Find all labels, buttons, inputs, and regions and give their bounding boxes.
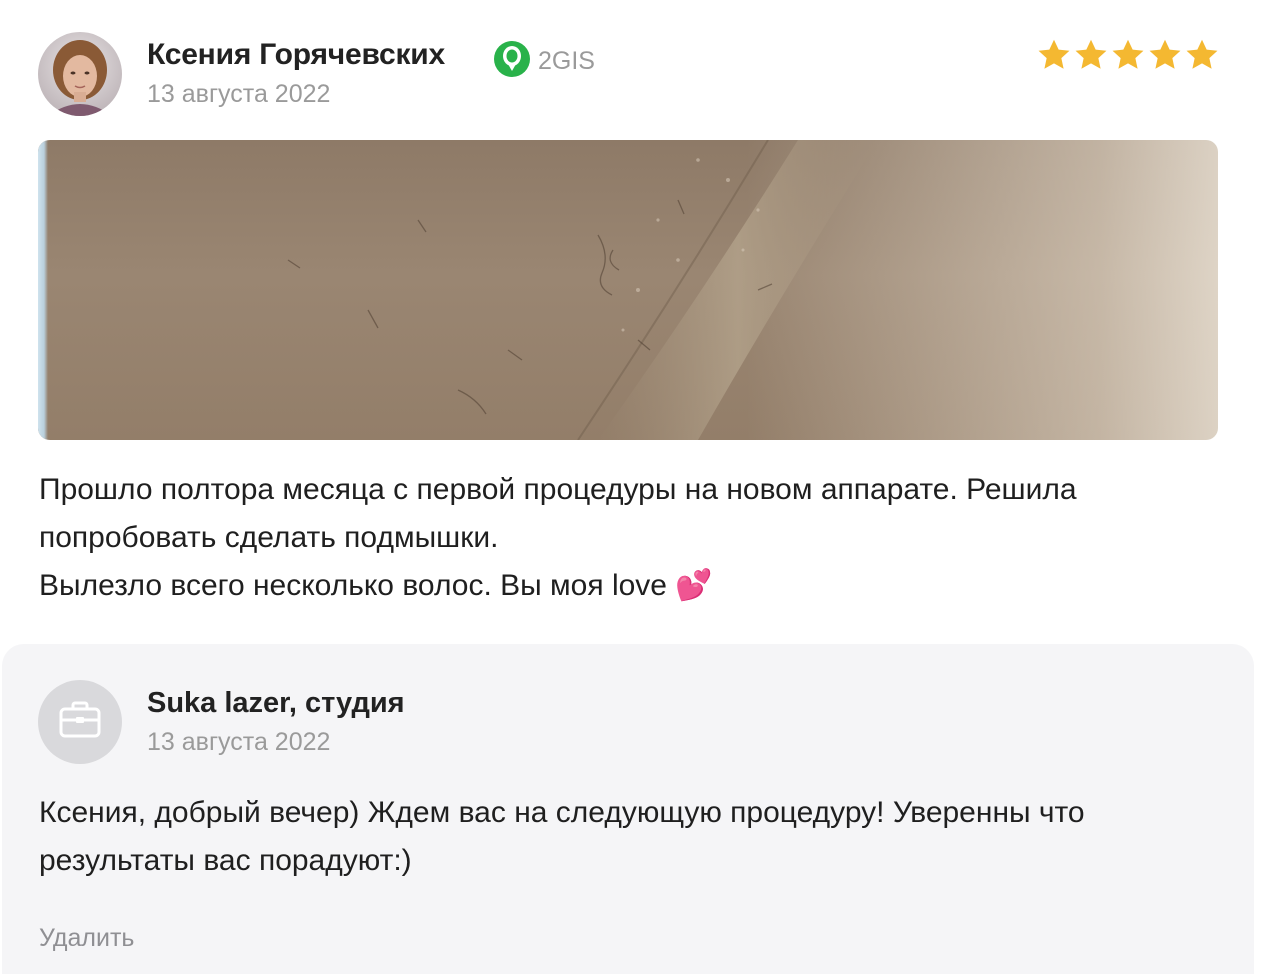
author-name[interactable]: Ксения Горячевских [147,38,445,72]
rating-stars [1036,37,1220,73]
review-text: Прошло полтора месяца с первой процедуры… [39,466,1239,610]
star-icon [1112,39,1144,69]
owner-reply: Suka lazer, студия 13 августа 2022 Ксени… [2,644,1254,974]
reply-text-line: результаты вас порадуют:) [39,844,412,877]
delete-reply-link[interactable]: Удалить [39,924,134,953]
review-source: 2GIS [493,40,595,83]
review-text-line: Вылезло всего несколько волос. Вы моя lo… [39,569,713,602]
reply-text-line: Ксения, добрый вечер) Ждем вас на следую… [39,796,1085,829]
photo-edge [38,140,48,440]
star-icon [1149,39,1181,69]
author-avatar[interactable] [38,32,122,116]
review-text-line: попробовать сделать подмышки. [39,521,499,554]
2gis-logo-icon [493,40,531,83]
reply-avatar [38,680,122,764]
review-card: Ксения Горячевских 2GIS 13 августа 2022 [0,0,1268,974]
source-name: 2GIS [538,47,595,75]
star-icon [1038,39,1070,69]
review-date: 13 августа 2022 [147,80,331,108]
reply-date: 13 августа 2022 [147,728,331,756]
reply-text: Ксения, добрый вечер) Ждем вас на следую… [39,789,1239,885]
star-icon [1186,39,1218,69]
star-icon [1075,39,1107,69]
briefcase-icon [58,700,102,745]
review-text-line: Прошло полтора месяца с первой процедуры… [39,473,1077,506]
review-photo[interactable] [38,140,1218,440]
reply-author-name: Suka lazer, студия [147,687,405,719]
